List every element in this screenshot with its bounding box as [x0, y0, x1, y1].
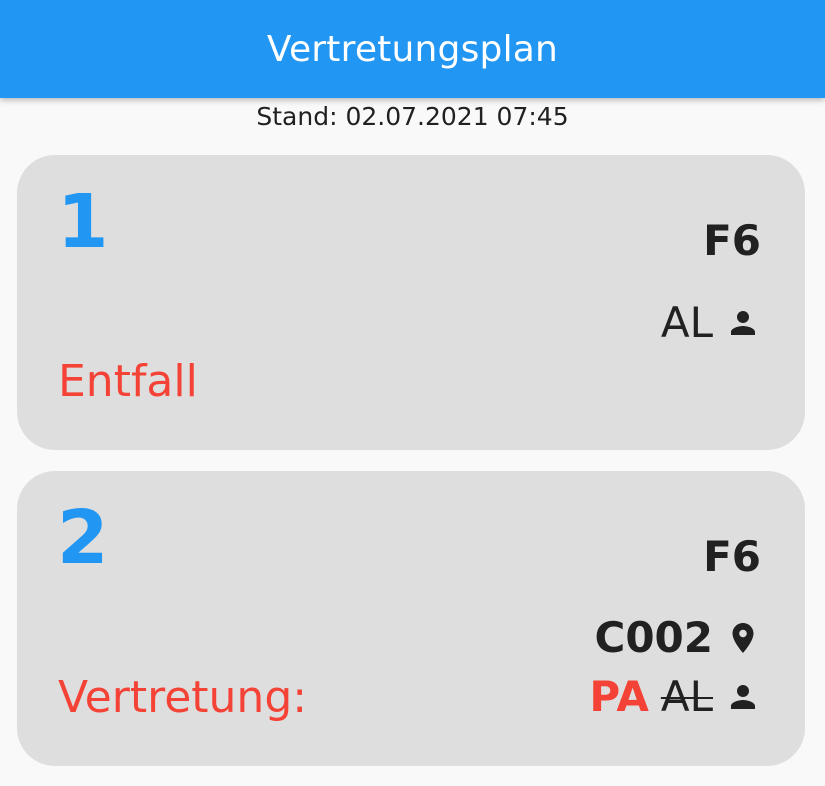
location-pin-icon	[725, 618, 761, 658]
status-label: Entfall	[58, 356, 198, 407]
teacher-row: PA AL	[589, 676, 761, 718]
class-label: F6	[703, 532, 761, 581]
lesson-number: 2	[57, 495, 109, 581]
app-bar: Vertretungsplan	[0, 0, 825, 98]
lesson-number: 1	[57, 179, 109, 265]
substitution-card[interactable]: 2 F6 C002 PA AL Vertretung:	[17, 471, 805, 766]
app-title: Vertretungsplan	[266, 28, 559, 70]
teacher-label: AL	[660, 298, 713, 347]
original-teacher-label: AL	[660, 672, 713, 721]
room-row: C002	[595, 617, 762, 659]
last-updated-text: Stand: 02.07.2021 07:45	[256, 102, 569, 131]
status-label: Vertretung:	[58, 672, 308, 723]
teacher-row: AL	[661, 302, 761, 344]
class-label: F6	[703, 216, 761, 265]
room-label: C002	[594, 613, 714, 662]
substitute-teacher-label: PA	[589, 672, 649, 721]
person-icon	[725, 303, 761, 343]
person-icon	[725, 677, 761, 717]
substitution-card[interactable]: 1 F6 AL Entfall	[17, 155, 805, 450]
